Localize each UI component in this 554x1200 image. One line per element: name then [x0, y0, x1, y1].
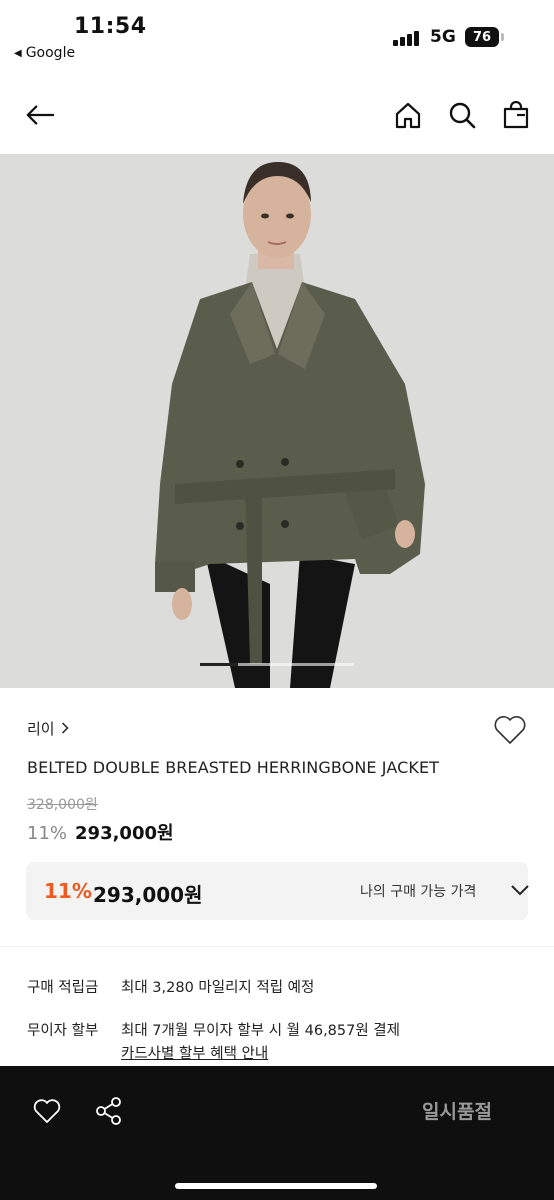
my-price-amount: 293,000원 — [93, 883, 203, 907]
gallery-indicator-thumb — [200, 663, 238, 666]
discount-rate: 11% — [27, 823, 68, 844]
sale-price-line: 11% 293,000원 — [27, 819, 174, 845]
back-arrow-icon[interactable] — [25, 100, 55, 130]
bottom-heart-icon[interactable] — [33, 1098, 61, 1124]
back-app-label: Google — [25, 45, 76, 61]
product-image[interactable] — [0, 154, 554, 688]
chevron-down-icon — [510, 882, 530, 901]
search-icon[interactable] — [447, 100, 477, 130]
installment-key: 무이자 할부 — [27, 1023, 99, 1039]
wishlist-heart-icon[interactable] — [493, 714, 527, 746]
product-photo — [0, 154, 554, 688]
points-value: 최대 3,280 마일리지 적립 예정 — [121, 980, 315, 996]
battery-tip — [501, 33, 504, 41]
status-time: 11:54 — [74, 14, 147, 39]
status-bar: 11:54 ◀ Google 5G 76 — [0, 0, 554, 72]
my-price-discount-rate: 11% — [44, 879, 92, 903]
my-price-dropdown[interactable]: 11% 293,000원 나의 구매 가능 가격 — [26, 862, 530, 920]
brand-name: 리이 — [27, 720, 55, 738]
soldout-button[interactable]: 일시품절 — [422, 1097, 492, 1124]
back-to-app-link[interactable]: ◀ Google — [14, 45, 75, 61]
network-type: 5G — [430, 27, 456, 47]
bottom-action-bar: 일시품절 — [0, 1066, 554, 1200]
points-key: 구매 적립금 — [27, 980, 99, 996]
shopping-bag-icon[interactable] — [501, 100, 531, 130]
battery-level: 76 — [472, 29, 492, 45]
share-icon[interactable] — [95, 1096, 123, 1126]
my-price-label: 나의 구매 가능 가격 — [360, 884, 477, 900]
chevron-right-icon — [61, 720, 69, 738]
card-installment-link[interactable]: 카드사별 할부 혜택 안내 — [121, 1042, 268, 1063]
original-price: 328,000원 — [27, 797, 98, 813]
installment-value: 최대 7개월 무이자 할부 시 월 46,857원 결제 — [121, 1023, 400, 1039]
back-triangle-icon: ◀ — [14, 47, 22, 59]
battery-icon: 76 — [465, 27, 499, 47]
sale-price: 293,000원 — [75, 823, 174, 844]
brand-link[interactable]: 리이 — [27, 718, 69, 739]
home-indicator — [175, 1183, 377, 1189]
home-icon[interactable] — [393, 100, 423, 130]
product-name: BELTED DOUBLE BREASTED HERRINGBONE JACKE… — [27, 758, 440, 777]
top-nav-bar — [0, 86, 554, 146]
section-divider — [0, 946, 554, 947]
cellular-signal-icon — [393, 30, 419, 46]
